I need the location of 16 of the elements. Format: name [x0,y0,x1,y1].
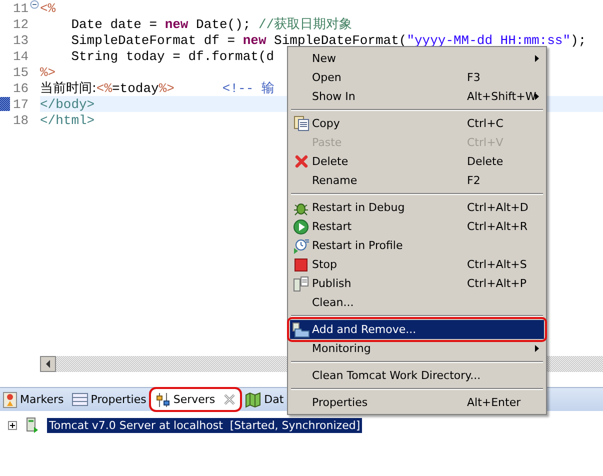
line-number: 13 [13,32,29,48]
line-number: 11 [13,0,29,16]
line-number: 12 [13,16,29,32]
line-number: 14 [13,48,29,64]
code-line: 当前时间:<%=today%> <!-- 输 [40,80,274,96]
line-number: 15 [13,64,29,80]
code-line: </html> [40,112,95,128]
code-line: %> [40,64,56,80]
line-number: 17 [13,96,29,112]
code-line: Date date = new Date(); //获取日期对象 [70,16,352,32]
code-line: String today = df.format(d [70,48,274,64]
code-line: <% [40,0,56,16]
line-number: 18 [13,112,29,128]
line-number: 16 [13,80,29,96]
code-line: SimpleDateFormat df = new SimpleDateFormat("yyyy-MM-dd HH:mm:ss"); [70,32,586,48]
code-line: </body> [40,96,95,112]
